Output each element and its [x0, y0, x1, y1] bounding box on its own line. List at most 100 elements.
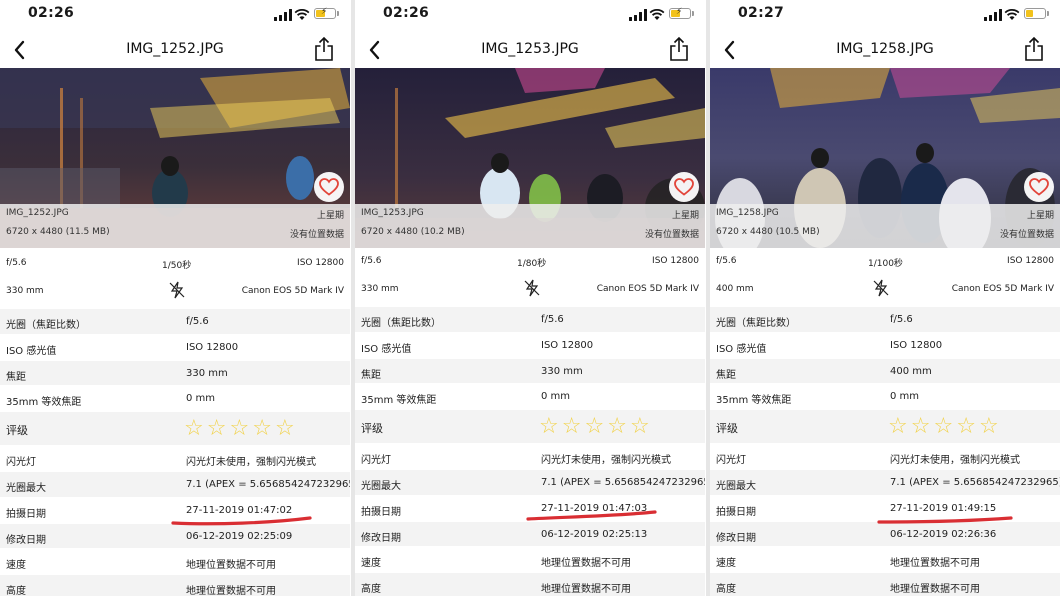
row-label: 拍摄日期: [361, 506, 401, 518]
row-value: ISO 12800: [890, 339, 943, 351]
star-icon[interactable]: ☆: [607, 415, 627, 439]
favorite-button[interactable]: [669, 172, 699, 202]
star-icon[interactable]: ☆: [956, 415, 976, 439]
summary-aperture: f/5.6: [361, 256, 382, 266]
star-icon[interactable]: ☆: [252, 417, 272, 441]
photo-preview[interactable]: IMG_1258.JPG 上星期 6720 x 4480 (10.5 MB) 没…: [710, 68, 1060, 248]
row-label: 评级: [716, 422, 738, 436]
summary-camera: Canon EOS 5D Mark IV: [241, 286, 344, 296]
page-title: IMG_1258.JPG: [836, 41, 934, 57]
row-value: 闪光灯未使用，强制闪光模式: [541, 455, 671, 467]
star-rating[interactable]: ☆ ☆ ☆ ☆ ☆: [184, 417, 298, 441]
row-label: 闪光灯: [716, 455, 746, 467]
row-label: 评级: [6, 424, 28, 438]
heart-icon: [674, 178, 694, 196]
summary-iso: ISO 12800: [652, 256, 699, 266]
exif-row-modified-date: 修改日期 06-12-2019 02:25:13: [355, 521, 705, 548]
exif-row-iso: ISO 感光值 ISO 12800: [355, 332, 705, 359]
row-label: 速度: [361, 558, 381, 570]
row-label: 高度: [361, 584, 381, 596]
row-label: 拍摄日期: [6, 508, 46, 520]
summary-camera: Canon EOS 5D Mark IV: [596, 284, 699, 294]
favorite-button[interactable]: [314, 172, 344, 202]
star-icon[interactable]: ☆: [584, 415, 604, 439]
photo-info-overlay: IMG_1258.JPG 上星期 6720 x 4480 (10.5 MB) 没…: [710, 204, 1060, 248]
summary-focal: 330 mm: [6, 286, 44, 296]
battery-icon: [1024, 8, 1049, 19]
row-label: 闪光灯: [361, 455, 391, 467]
exif-row-capture-date: 拍摄日期 27-11-2019 01:49:15: [710, 495, 1060, 522]
star-icon[interactable]: ☆: [911, 415, 931, 439]
star-icon[interactable]: ☆: [979, 415, 999, 439]
row-value: f/5.6: [541, 314, 564, 325]
row-value: f/5.6: [186, 316, 209, 327]
row-value: 地理位置数据不可用: [541, 584, 631, 596]
exif-row-speed: 速度 地理位置数据不可用: [710, 547, 1060, 574]
exif-row-altitude: 高度 地理位置数据不可用: [710, 573, 1060, 596]
exif-summary: f/5.6 1/100秒 ISO 12800 400 mm Canon EOS …: [710, 250, 1060, 308]
photo-dimensions: 6720 x 4480 (11.5 MB): [6, 227, 110, 237]
nav-bar: IMG_1258.JPG: [710, 32, 1060, 68]
star-rating[interactable]: ☆ ☆ ☆ ☆ ☆: [539, 415, 653, 439]
exif-row-max-aperture: 光圈最大 7.1 (APEX = 5.656854247232965): [355, 469, 705, 496]
flash-off-icon: [873, 279, 889, 297]
star-icon[interactable]: ☆: [207, 417, 227, 441]
share-icon[interactable]: [1022, 35, 1046, 63]
status-bar: 02:26 ⚡: [0, 0, 350, 30]
row-label: 光圈（焦距比数）: [6, 320, 86, 331]
star-icon[interactable]: ☆: [630, 415, 650, 439]
row-label: 光圈（焦距比数）: [361, 318, 441, 329]
row-value: 0 mm: [541, 391, 571, 403]
status-time: 02:26: [28, 5, 75, 21]
row-value: 地理位置数据不可用: [186, 560, 276, 572]
wifi-icon: [1004, 8, 1020, 20]
exif-row-max-aperture: 光圈最大 7.1 (APEX = 5.656854247232965): [710, 469, 1060, 496]
row-value: f/5.6: [890, 314, 913, 325]
exif-row-speed: 速度 地理位置数据不可用: [355, 547, 705, 574]
photo-location: 没有位置数据: [644, 230, 699, 240]
row-label: 35mm 等效焦距: [6, 397, 82, 409]
exif-row-iso: ISO 感光值 ISO 12800: [710, 332, 1060, 359]
screenshot-panel-3: 02:27 IMG_1258.JPG IMG_1258.JPG 上星期 6720…: [710, 0, 1060, 596]
share-icon[interactable]: [667, 35, 691, 63]
summary-focal: 400 mm: [716, 284, 754, 294]
row-value: 闪光灯未使用，强制闪光模式: [890, 455, 1020, 467]
summary-shutter: 1/100秒: [868, 259, 903, 269]
status-time: 02:26: [383, 5, 430, 21]
exif-row-aperture: 光圈（焦距比数） f/5.6: [355, 307, 705, 333]
row-value: 06-12-2019 02:25:09: [186, 530, 293, 542]
exif-summary: f/5.6 1/50秒 ISO 12800 330 mm Canon EOS 5…: [0, 252, 350, 310]
star-icon[interactable]: ☆: [562, 415, 582, 439]
star-icon[interactable]: ☆: [933, 415, 953, 439]
favorite-button[interactable]: [1024, 172, 1054, 202]
photo-weekday: 上星期: [316, 211, 344, 221]
row-label: 35mm 等效焦距: [716, 395, 792, 407]
row-value: 06-12-2019 02:25:13: [541, 528, 648, 540]
row-value: ISO 12800: [186, 341, 239, 353]
star-icon[interactable]: ☆: [184, 417, 204, 441]
star-icon[interactable]: ☆: [275, 417, 295, 441]
battery-charging-icon: ⚡: [669, 7, 694, 19]
battery-charging-icon: ⚡: [314, 7, 339, 19]
share-icon[interactable]: [312, 35, 336, 63]
photo-preview[interactable]: IMG_1252.JPG 上星期 6720 x 4480 (11.5 MB) 没…: [0, 68, 350, 248]
signal-icon: [274, 9, 292, 21]
exif-table: 光圈（焦距比数） f/5.6 ISO 感光值 ISO 12800 焦距 330 mm …: [0, 309, 350, 596]
exif-row-35mm: 35mm 等效焦距 0 mm: [355, 384, 705, 411]
summary-shutter: 1/50秒: [162, 261, 192, 271]
nav-bar: IMG_1252.JPG: [0, 32, 350, 68]
row-label: 光圈（焦距比数）: [716, 318, 796, 329]
star-rating[interactable]: ☆ ☆ ☆ ☆ ☆: [888, 415, 1002, 439]
photo-preview[interactable]: IMG_1253.JPG 上星期 6720 x 4480 (10.2 MB) 没…: [355, 68, 705, 248]
exif-row-flash: 闪光灯 闪光灯未使用，强制闪光模式: [710, 444, 1060, 470]
exif-row-max-aperture: 光圈最大 7.1 (APEX = 5.656854247232965): [0, 471, 350, 498]
exif-summary: f/5.6 1/80秒 ISO 12800 330 mm Canon EOS 5…: [355, 250, 705, 308]
exif-row-flash: 闪光灯 闪光灯未使用，强制闪光模式: [0, 446, 350, 472]
star-icon[interactable]: ☆: [539, 415, 559, 439]
exif-row-focal: 焦距 330 mm: [355, 358, 705, 385]
flash-off-icon: [524, 279, 540, 297]
star-icon[interactable]: ☆: [888, 415, 908, 439]
star-icon[interactable]: ☆: [229, 417, 249, 441]
exif-row-altitude: 高度 地理位置数据不可用: [355, 573, 705, 596]
row-value: 地理位置数据不可用: [890, 558, 980, 570]
